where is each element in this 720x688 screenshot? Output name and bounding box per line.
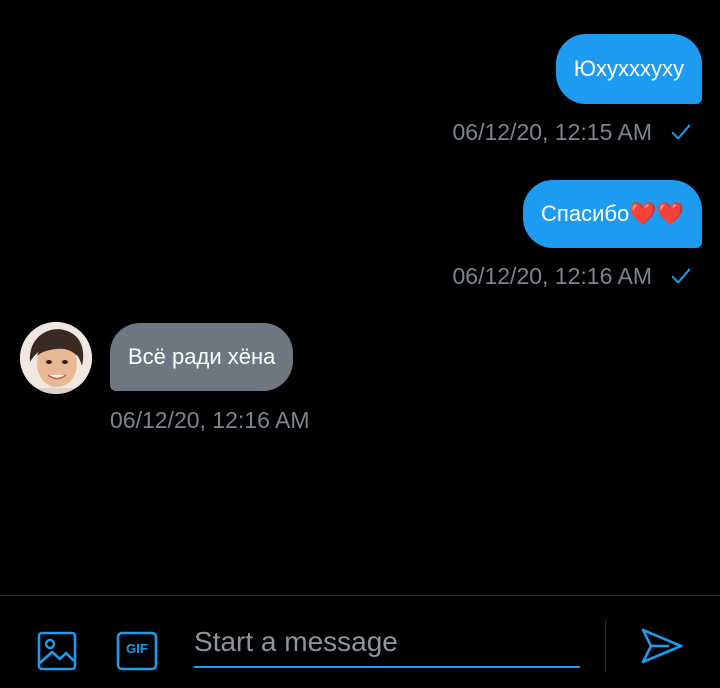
check-icon <box>671 268 691 284</box>
check-icon <box>671 124 691 140</box>
message-text: Спасибо❤️❤️ <box>541 201 684 226</box>
composer-divider <box>605 620 606 672</box>
message-timestamp: 06/12/20, 12:16 AM <box>452 262 653 289</box>
message-text: Юхухххуху <box>573 56 684 81</box>
message-bubble-incoming[interactable]: Всё ради хёна <box>110 323 294 391</box>
image-icon[interactable] <box>36 630 78 672</box>
gif-button[interactable]: GIF <box>116 630 158 672</box>
avatar[interactable] <box>20 322 92 394</box>
message-composer: GIF <box>0 595 720 688</box>
message-thread: Юхухххуху 06/12/20, 12:15 AM Спасибо❤️❤️… <box>0 0 720 595</box>
message-timestamp: 06/12/20, 12:16 AM <box>110 406 310 433</box>
message-text: Всё ради хёна <box>128 344 276 369</box>
message-timestamp: 06/12/20, 12:15 AM <box>452 118 653 145</box>
message-meta: 06/12/20, 12:16 AM <box>110 404 310 436</box>
gif-label: GIF <box>126 641 148 656</box>
message-meta: 06/12/20, 12:16 AM <box>453 260 693 292</box>
message-bubble-outgoing[interactable]: Спасибо❤️❤️ <box>523 180 702 248</box>
message-input[interactable] <box>194 622 580 662</box>
message-bubble-outgoing[interactable]: Юхухххуху <box>555 34 702 104</box>
send-icon[interactable] <box>640 626 684 666</box>
message-input-wrapper <box>194 622 580 668</box>
avatar-photo <box>20 322 92 394</box>
message-meta: 06/12/20, 12:15 AM <box>453 116 693 148</box>
